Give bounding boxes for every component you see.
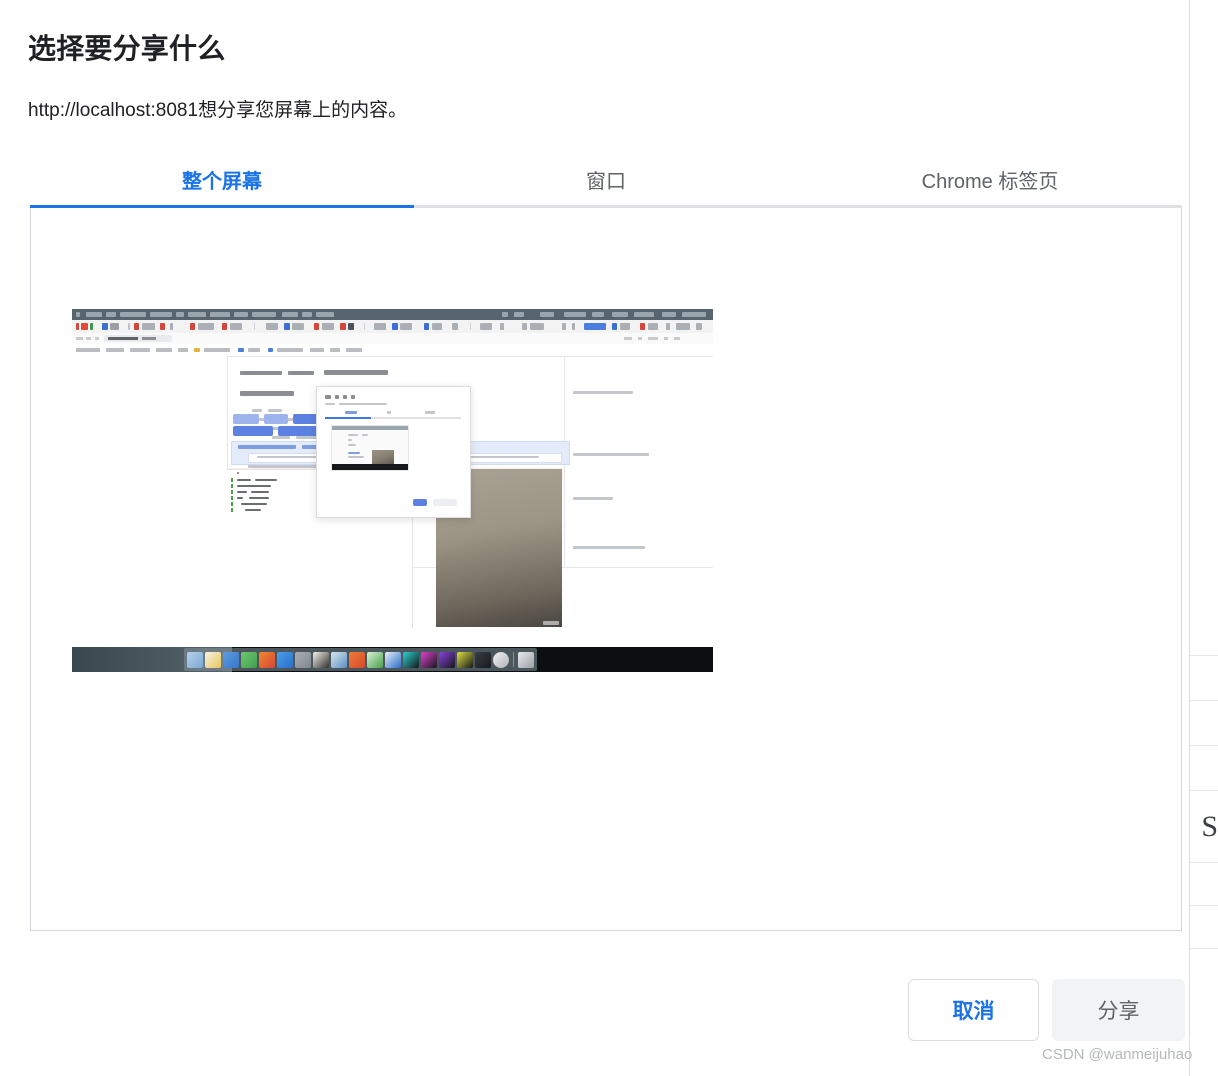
taskbar-icon-qq-penguin — [313, 652, 329, 668]
thumb-taskbar-dock — [184, 648, 537, 671]
taskbar-icon-gimp — [367, 652, 383, 668]
taskbar-icon-app-gray — [493, 652, 509, 668]
taskbar-icon-archive — [295, 652, 311, 668]
thumb-right-card — [564, 356, 713, 568]
taskbar-icon-app-magenta — [421, 652, 437, 668]
taskbar-icon-app-cyan — [403, 652, 419, 668]
taskbar-icon-chrome — [277, 652, 293, 668]
thumb-page-body — [72, 356, 713, 627]
tab-entire-screen-label: 整个屏幕 — [182, 165, 262, 194]
thumb-nested-cancel — [413, 499, 427, 506]
taskbar-icon-app-violet — [439, 652, 455, 668]
cancel-button[interactable]: 取消 — [908, 979, 1039, 1041]
taskbar-icon-trash — [518, 652, 534, 668]
taskbar-icon-firefox — [259, 652, 275, 668]
thumb-browser-toolbar — [72, 320, 713, 334]
taskbar-icon-files — [187, 652, 203, 668]
entire-screen-thumbnail[interactable] — [72, 309, 713, 672]
thumb-nested-share-dialog — [316, 386, 471, 518]
tabstrip: 整个屏幕 窗口 Chrome 标签页 — [30, 152, 1182, 208]
taskbar-icon-app-yellow — [457, 652, 473, 668]
tab-window-label: 窗口 — [586, 165, 626, 194]
taskbar-icon-search — [331, 652, 347, 668]
share-button[interactable]: 分享 — [1052, 979, 1185, 1041]
preview-panel — [30, 208, 1182, 931]
thumb-nested-share — [433, 499, 457, 506]
thumb-browser-titlebar — [72, 309, 713, 320]
tab-window[interactable]: 窗口 — [414, 152, 798, 208]
taskbar-icon-vscode — [385, 652, 401, 668]
taskbar-icon-charts — [205, 652, 221, 668]
watermark: CSDN @wanmeijuhao — [1042, 1046, 1192, 1063]
taskbar-icon-editor — [223, 652, 239, 668]
page-title: 选择要分享什么 — [28, 27, 225, 67]
share-button-label: 分享 — [1098, 995, 1140, 1025]
thumb-os-taskbar — [72, 647, 713, 672]
taskbar-icon-terminal — [241, 652, 257, 668]
background-glyph: S — [1201, 812, 1218, 842]
screen-share-dialog: 选择要分享什么 http://localhost:8081想分享您屏幕上的内容。… — [0, 0, 1190, 1076]
tab-chrome-tab-label: Chrome 标签页 — [922, 165, 1059, 194]
cancel-button-label: 取消 — [953, 995, 995, 1025]
tab-entire-screen[interactable]: 整个屏幕 — [30, 152, 414, 208]
tab-chrome-tab[interactable]: Chrome 标签页 — [798, 152, 1182, 208]
taskbar-icon-app-dark — [475, 652, 491, 668]
taskbar-icon-paint — [349, 652, 365, 668]
dialog-subtitle: http://localhost:8081想分享您屏幕上的内容。 — [28, 95, 407, 122]
background-page-bleed: S — [1190, 0, 1218, 1076]
